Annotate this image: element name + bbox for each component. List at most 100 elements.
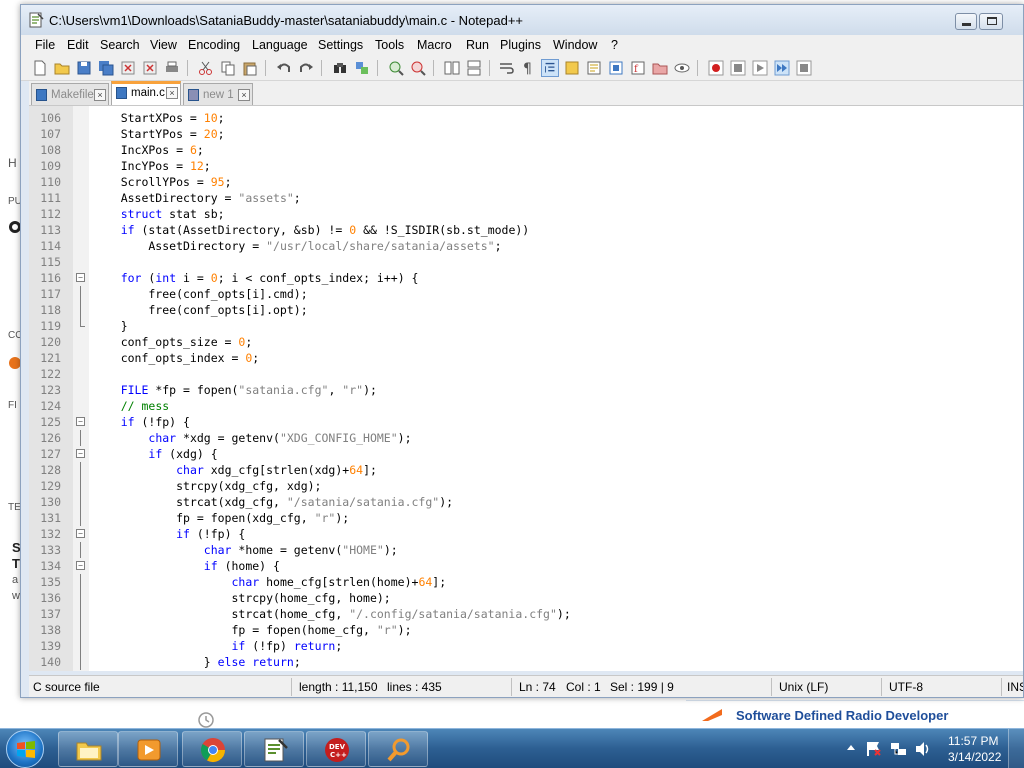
tab-makefile[interactable]: Makefile ×: [31, 83, 109, 105]
code-line[interactable]: 110 ScrollYPos = 95;: [29, 174, 1023, 190]
maximize-button[interactable]: [979, 13, 1003, 30]
code-line[interactable]: 124 // mess: [29, 398, 1023, 414]
code-line[interactable]: 120 conf_opts_size = 0;: [29, 334, 1023, 350]
clock-date[interactable]: 3/14/2022: [948, 750, 1001, 764]
tab-close-icon[interactable]: ×: [94, 89, 106, 101]
code-line[interactable]: 137 strcat(home_cfg, "/.config/satania/s…: [29, 606, 1023, 622]
code-line[interactable]: 115: [29, 254, 1023, 270]
code-line[interactable]: 106 StartXPos = 10;: [29, 110, 1023, 126]
code-line[interactable]: 122: [29, 366, 1023, 382]
clock-time[interactable]: 11:57 PM: [948, 734, 998, 748]
menu-tools[interactable]: Tools: [375, 38, 404, 52]
zoom-in-icon[interactable]: [387, 59, 405, 77]
code-line[interactable]: 121 conf_opts_index = 0;: [29, 350, 1023, 366]
macro-stop-icon[interactable]: [729, 59, 747, 77]
tray-expand-icon[interactable]: [846, 743, 856, 753]
code-line[interactable]: 129 strcpy(xdg_cfg, xdg);: [29, 478, 1023, 494]
tab-close-icon[interactable]: ×: [238, 89, 250, 101]
volume-icon[interactable]: [914, 740, 932, 758]
code-line[interactable]: 139 if (!fp) return;: [29, 638, 1023, 654]
folder-workspace-icon[interactable]: [651, 59, 669, 77]
status-eol-format[interactable]: Unix (LF): [779, 680, 828, 694]
menu-help[interactable]: ?: [611, 38, 618, 52]
menu-view[interactable]: View: [150, 38, 177, 52]
taskbar-media-player[interactable]: [118, 731, 178, 767]
banner-text[interactable]: Software Defined Radio Developer: [736, 708, 948, 723]
code-line[interactable]: 111 AssetDirectory = "assets";: [29, 190, 1023, 206]
menu-search[interactable]: Search: [100, 38, 140, 52]
action-center-icon[interactable]: [866, 740, 882, 758]
code-line[interactable]: 118 free(conf_opts[i].opt);: [29, 302, 1023, 318]
code-line[interactable]: 113 if (stat(AssetDirectory, &sb) != 0 &…: [29, 222, 1023, 238]
taskbar-search-tool[interactable]: [368, 731, 428, 767]
menu-settings[interactable]: Settings: [318, 38, 363, 52]
sync-vertical-icon[interactable]: [443, 59, 461, 77]
code-line[interactable]: 136 strcpy(home_cfg, home);: [29, 590, 1023, 606]
print-icon[interactable]: [163, 59, 181, 77]
code-line[interactable]: 132 − if (!fp) {: [29, 526, 1023, 542]
menu-file[interactable]: File: [35, 38, 55, 52]
macro-run-multiple-icon[interactable]: [773, 59, 791, 77]
close-file-icon[interactable]: [119, 59, 137, 77]
status-insert-mode[interactable]: INS: [1007, 680, 1023, 694]
code-line[interactable]: 119 }: [29, 318, 1023, 334]
code-line[interactable]: 107 StartYPos = 20;: [29, 126, 1023, 142]
find-icon[interactable]: [331, 59, 349, 77]
code-line[interactable]: 125 − if (!fp) {: [29, 414, 1023, 430]
macro-play-icon[interactable]: [751, 59, 769, 77]
fold-toggle-icon[interactable]: −: [76, 529, 85, 538]
code-editor[interactable]: 106 StartXPos = 10; 107 StartYPos = 20; 10…: [29, 105, 1023, 671]
code-line[interactable]: 131 fp = fopen(xdg_cfg, "r");: [29, 510, 1023, 526]
taskbar-notepadpp[interactable]: [244, 731, 304, 767]
replace-icon[interactable]: [353, 59, 371, 77]
fold-toggle-icon[interactable]: −: [76, 273, 85, 282]
menu-macro[interactable]: Macro: [417, 38, 452, 52]
code-line[interactable]: 112 struct stat sb;: [29, 206, 1023, 222]
paste-icon[interactable]: [241, 59, 259, 77]
code-line[interactable]: 117 free(conf_opts[i].cmd);: [29, 286, 1023, 302]
macro-record-icon[interactable]: [707, 59, 725, 77]
taskbar-explorer[interactable]: [58, 731, 118, 767]
code-line[interactable]: 133 char *home = getenv("HOME");: [29, 542, 1023, 558]
tab-close-icon[interactable]: ×: [166, 87, 178, 99]
fold-toggle-icon[interactable]: −: [76, 417, 85, 426]
menu-encoding[interactable]: Encoding: [188, 38, 240, 52]
user-language-icon[interactable]: [563, 59, 581, 77]
zoom-out-icon[interactable]: [409, 59, 427, 77]
taskbar-dev-cpp[interactable]: DEV C++: [306, 731, 366, 767]
code-line[interactable]: 134 − if (home) {: [29, 558, 1023, 574]
function-list-icon[interactable]: f: [629, 59, 647, 77]
title-bar[interactable]: C:\Users\vm1\Downloads\SataniaBuddy-mast…: [21, 5, 1023, 35]
code-line[interactable]: 127 − if (xdg) {: [29, 446, 1023, 462]
code-line[interactable]: 116 − for (int i = 0; i < conf_opts_index…: [29, 270, 1023, 286]
menu-window[interactable]: Window: [553, 38, 597, 52]
word-wrap-icon[interactable]: [497, 59, 515, 77]
code-line[interactable]: 123 FILE *fp = fopen("satania.cfg", "r")…: [29, 382, 1023, 398]
tab-main-c[interactable]: main.c ×: [111, 81, 181, 105]
menu-edit[interactable]: Edit: [67, 38, 89, 52]
tab-new-1[interactable]: new 1 ×: [183, 83, 253, 105]
show-all-chars-icon[interactable]: ¶: [519, 59, 537, 77]
code-line[interactable]: 128 char xdg_cfg[strlen(xdg)+64];: [29, 462, 1023, 478]
copy-icon[interactable]: [219, 59, 237, 77]
undo-icon[interactable]: [275, 59, 293, 77]
save-icon[interactable]: [75, 59, 93, 77]
fold-toggle-icon[interactable]: −: [76, 561, 85, 570]
code-line[interactable]: 114 AssetDirectory = "/usr/local/share/s…: [29, 238, 1023, 254]
doc-map-icon[interactable]: [585, 59, 603, 77]
open-file-icon[interactable]: [53, 59, 71, 77]
close-all-icon[interactable]: [141, 59, 159, 77]
sync-horizontal-icon[interactable]: [465, 59, 483, 77]
status-encoding[interactable]: UTF-8: [889, 680, 923, 694]
doc-list-icon[interactable]: [607, 59, 625, 77]
menu-language[interactable]: Language: [252, 38, 308, 52]
indent-guide-icon[interactable]: [541, 59, 559, 77]
code-line[interactable]: 140 } else return;: [29, 654, 1023, 670]
redo-icon[interactable]: [297, 59, 315, 77]
monitoring-icon[interactable]: [673, 59, 691, 77]
code-line[interactable]: 138 fp = fopen(home_cfg, "r");: [29, 622, 1023, 638]
show-desktop-button[interactable]: [1008, 729, 1024, 768]
menu-plugins[interactable]: Plugins: [500, 38, 541, 52]
code-line[interactable]: 126 char *xdg = getenv("XDG_CONFIG_HOME"…: [29, 430, 1023, 446]
new-file-icon[interactable]: [31, 59, 49, 77]
